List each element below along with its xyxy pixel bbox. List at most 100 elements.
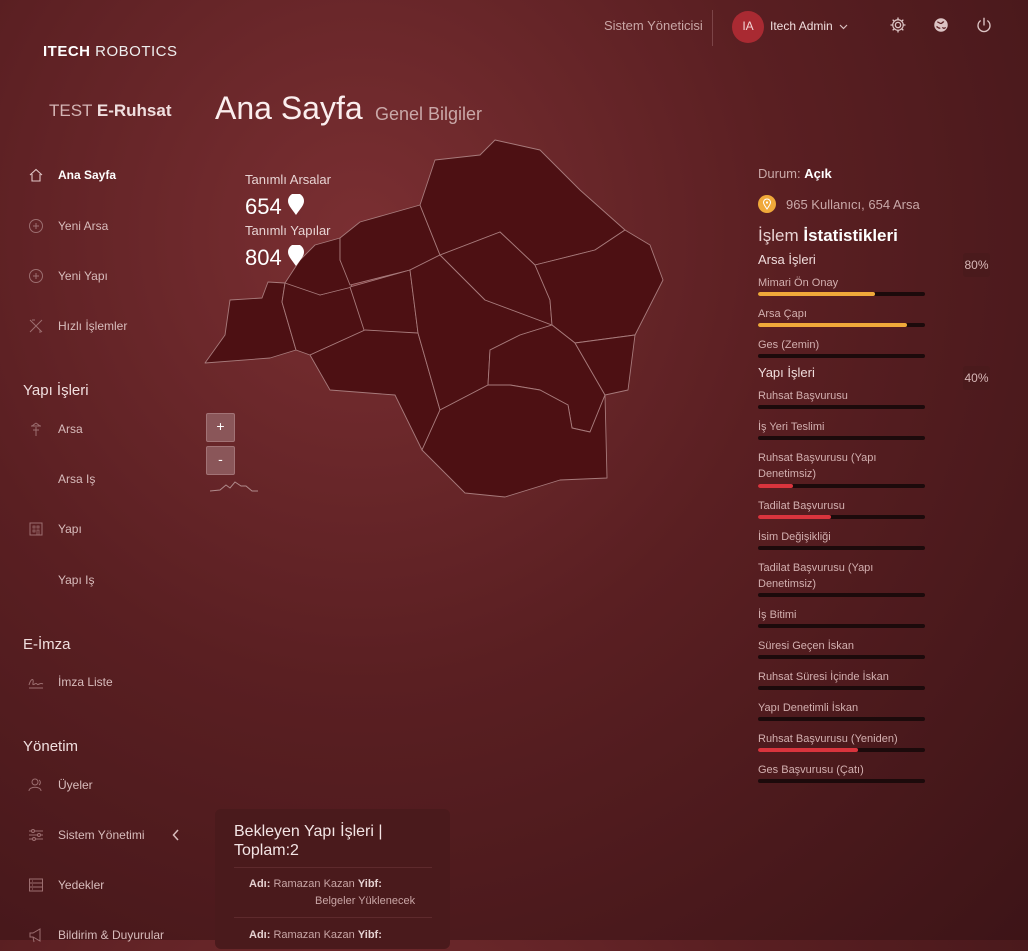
pending-title: Bekleyen Yapı İşleri | Toplam:2 bbox=[234, 823, 383, 859]
logout-button[interactable] bbox=[975, 16, 995, 36]
sidebar-item-label: Arsa bbox=[58, 422, 83, 436]
users-icon bbox=[28, 778, 42, 792]
progress-bar bbox=[758, 624, 925, 628]
megaphone-icon bbox=[29, 928, 41, 943]
system-title: TEST E-Ruhsat bbox=[49, 101, 172, 121]
progress-bar bbox=[758, 748, 925, 752]
sidebar-item-label: Yapı bbox=[58, 522, 82, 536]
arsa-count-label: Tanımlı Arsalar bbox=[245, 172, 331, 187]
sidebar-item-sistem-yonetimi[interactable]: Sistem Yönetimi bbox=[28, 827, 183, 851]
power-icon bbox=[977, 17, 991, 33]
sidebar-item-uyeler[interactable]: Üyeler bbox=[28, 777, 198, 801]
progress-label: Yapı Denetimli İskan bbox=[758, 702, 859, 714]
summary-text: 965 Kullanıcı, 654 Arsa bbox=[786, 197, 920, 212]
sidebar-item-hizli-islemler[interactable]: Hızlı İşlemler bbox=[28, 318, 198, 342]
row-yibf-label: Yibf: bbox=[357, 929, 382, 941]
plus-circle-icon bbox=[29, 219, 43, 233]
language-button[interactable] bbox=[932, 16, 952, 36]
sidebar-item-label: Üyeler bbox=[58, 778, 93, 792]
user-role: Sistem Yöneticisi bbox=[604, 18, 703, 33]
list-item[interactable]: Adı: Ramazan Kazan Yibf: bbox=[249, 878, 382, 890]
sidebar-item-yedekler[interactable]: Yedekler bbox=[28, 877, 198, 901]
sidebar-item-yapi-is[interactable]: Yapı Iş bbox=[28, 572, 198, 596]
brand-light: ROBOTICS bbox=[95, 43, 178, 60]
system-prefix: TEST bbox=[49, 101, 93, 120]
sidebar-item-imza-liste[interactable]: İmza Liste bbox=[28, 674, 198, 698]
progress-bar bbox=[758, 593, 925, 597]
progress-bar bbox=[758, 405, 925, 409]
sidebar-item-label: Hızlı İşlemler bbox=[58, 319, 128, 333]
status-value: Açık bbox=[804, 166, 832, 181]
sidebar-item-yeni-yapi[interactable]: Yeni Yapı bbox=[28, 268, 198, 292]
map-pin-icon bbox=[287, 244, 304, 266]
page-title: Ana Sayfa bbox=[215, 90, 363, 126]
row-name: Ramazan Kazan bbox=[273, 929, 355, 941]
district-map[interactable] bbox=[200, 135, 670, 505]
row-name: Ramazan Kazan bbox=[273, 878, 355, 890]
map-region[interactable] bbox=[204, 281, 297, 364]
sliders-icon bbox=[29, 829, 43, 841]
sidebar-item-label: Yapı Iş bbox=[58, 573, 95, 587]
progress-fill bbox=[758, 484, 794, 488]
yapi-count-label: Tanımlı Yapılar bbox=[245, 223, 331, 238]
page-subtitle: Genel Bilgiler bbox=[375, 104, 483, 124]
sidebar-item-ana-sayfa[interactable]: Ana Sayfa bbox=[28, 167, 198, 191]
zoom-out-button[interactable]: - bbox=[206, 446, 235, 475]
sidebar-item-yapi[interactable]: Yapı bbox=[28, 521, 198, 545]
progress-label: Ruhsat Süresi İçinde İskan bbox=[758, 671, 889, 683]
chevron-left-icon bbox=[172, 829, 179, 841]
list-item[interactable]: Adı: Ramazan Kazan Yibf: bbox=[249, 929, 382, 941]
map-pin-icon bbox=[287, 193, 304, 215]
map-overview-icon bbox=[210, 481, 258, 492]
user-menu[interactable]: Itech Admin bbox=[770, 19, 848, 33]
arsa-count-value: 654 bbox=[245, 194, 282, 219]
system-name: E-Ruhsat bbox=[96, 101, 172, 120]
signature-icon bbox=[28, 679, 44, 689]
progress-label: Tadilat Başvurusu bbox=[758, 500, 845, 512]
progress-bar bbox=[758, 717, 925, 721]
sidebar-item-yeni-arsa[interactable]: Yeni Arsa bbox=[28, 218, 198, 242]
section-yapi-isleri: Yapı İşleri bbox=[23, 382, 89, 399]
arsa-count: 654 bbox=[245, 193, 304, 220]
globe-icon bbox=[934, 18, 948, 32]
progress-label: Ges Başvurusu (Çatı) bbox=[758, 764, 864, 776]
sidebar-item-label: Yeni Arsa bbox=[58, 219, 109, 233]
yapi-count: 804 bbox=[245, 244, 304, 271]
progress-bar bbox=[758, 655, 925, 659]
group-percent-badge: 80% bbox=[963, 253, 990, 277]
progress-label: İş Bitimi bbox=[758, 609, 797, 621]
brand-bold: ITECH bbox=[43, 43, 91, 60]
divider bbox=[234, 917, 432, 918]
progress-label: İsim Değişikliği bbox=[758, 531, 831, 543]
sidebar-item-label: Yedekler bbox=[58, 878, 105, 892]
header-divider bbox=[712, 10, 713, 46]
map-region[interactable] bbox=[419, 139, 626, 266]
sidebar-item-arsa[interactable]: Arsa bbox=[28, 421, 198, 445]
map-region[interactable] bbox=[309, 329, 441, 451]
progress-fill bbox=[758, 748, 859, 752]
progress-label: Süresi Geçen İskan bbox=[758, 640, 854, 652]
section-e-imza: E-İmza bbox=[23, 636, 71, 653]
database-icon bbox=[29, 878, 43, 892]
group-percent-badge: 40% bbox=[963, 366, 990, 390]
yapi-count-value: 804 bbox=[245, 245, 282, 270]
zoom-in-button[interactable]: + bbox=[206, 413, 235, 442]
settings-button[interactable] bbox=[889, 16, 909, 36]
sidebar-item-label: Ana Sayfa bbox=[58, 168, 117, 182]
progress-bar bbox=[758, 354, 925, 358]
avatar[interactable]: IA bbox=[732, 11, 764, 43]
row-name-label: Adı: bbox=[249, 878, 271, 890]
sidebar-item-arsa-is[interactable]: Arsa Iş bbox=[28, 471, 198, 495]
group-label: Arsa İşleri bbox=[758, 252, 816, 267]
sidebar-item-label: Yeni Yapı bbox=[58, 269, 108, 283]
status: Durum: Açık bbox=[758, 166, 832, 181]
sidebar-item-bildirim-duyurular[interactable]: Bildirim & Duyurular bbox=[28, 927, 198, 951]
progress-label: Ruhsat Başvurusu bbox=[758, 390, 848, 402]
brand-logo[interactable]: ITECH ROBOTICS bbox=[43, 43, 178, 60]
progress-bar bbox=[758, 779, 925, 783]
progress-fill bbox=[758, 292, 875, 296]
progress-fill bbox=[758, 515, 832, 519]
sidebar-item-label: Sistem Yönetimi bbox=[58, 828, 145, 842]
progress-fill bbox=[758, 323, 907, 327]
row-yibf-label: Yibf: bbox=[357, 878, 382, 890]
